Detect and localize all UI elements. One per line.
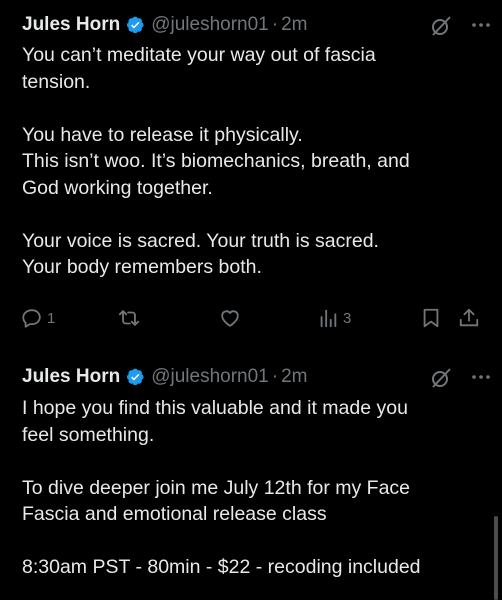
text-line: feel something.	[22, 423, 155, 446]
scrollbar-thumb[interactable]	[494, 516, 498, 600]
text-line: Your voice is sacred. Your truth is sacr…	[22, 229, 379, 252]
text-line: Your body remembers both.	[22, 256, 262, 278]
share-button[interactable]	[458, 303, 480, 333]
text-line: To dive deeper join me July 12th for my …	[22, 476, 411, 499]
verified-badge-icon	[127, 16, 144, 34]
action-bar: 1 3	[0, 303, 502, 333]
author-name[interactable]: Jules Horn	[22, 14, 120, 36]
separator-dot: ·	[271, 366, 279, 387]
timestamp[interactable]: 2m	[281, 14, 307, 36]
text-line: God working together.	[22, 176, 213, 199]
tweet-header: Jules Horn @juleshorn01 · 2m	[22, 364, 307, 390]
text-line: You have to release it physically.	[22, 123, 303, 146]
share-icon	[459, 308, 479, 327]
tweet[interactable]: Jules Horn @juleshorn01 · 2m You can’t m…	[0, 0, 502, 354]
author-handle[interactable]: @juleshorn01	[151, 366, 269, 388]
reply-button[interactable]: 1	[21, 303, 55, 333]
text-line: You can’t meditate your way out of fasci…	[22, 44, 376, 66]
more-icon[interactable]	[470, 14, 492, 36]
reply-count: 1	[47, 309, 56, 327]
tweet-text: You can’t meditate your way out of fasci…	[22, 42, 462, 281]
text-line: tension.	[22, 70, 91, 93]
more-icon[interactable]	[470, 366, 492, 388]
text-line: 8:30am PST - 80min - $22 - recoding incl…	[22, 556, 421, 578]
text-line: Fascia and emotional release class	[22, 503, 327, 525]
repost-icon	[118, 310, 140, 326]
grok-icon[interactable]	[429, 366, 453, 390]
text-line: This isn’t woo. It’s biomechanics, breat…	[22, 150, 410, 172]
like-icon	[221, 310, 239, 327]
reply-icon	[22, 309, 41, 328]
grok-icon[interactable]	[429, 14, 453, 38]
verified-badge-icon	[127, 368, 144, 386]
views-button[interactable]: 3	[317, 303, 351, 333]
repost-button[interactable]	[118, 303, 140, 333]
views-icon	[320, 309, 337, 328]
author-name[interactable]: Jules Horn	[22, 366, 120, 388]
views-count: 3	[343, 309, 352, 327]
tweet[interactable]: Jules Horn @juleshorn01 · 2m I hope you …	[0, 354, 502, 600]
bookmark-icon	[423, 308, 439, 328]
bookmark-button[interactable]	[420, 303, 442, 333]
separator-dot: ·	[271, 14, 279, 35]
like-button[interactable]	[219, 303, 241, 333]
text-line: I hope you find this valuable and it mad…	[22, 397, 408, 419]
timestamp[interactable]: 2m	[281, 366, 307, 388]
author-handle[interactable]: @juleshorn01	[151, 14, 269, 36]
tweet-text: I hope you find this valuable and it mad…	[22, 395, 462, 581]
tweet-header: Jules Horn @juleshorn01 · 2m	[22, 12, 307, 38]
